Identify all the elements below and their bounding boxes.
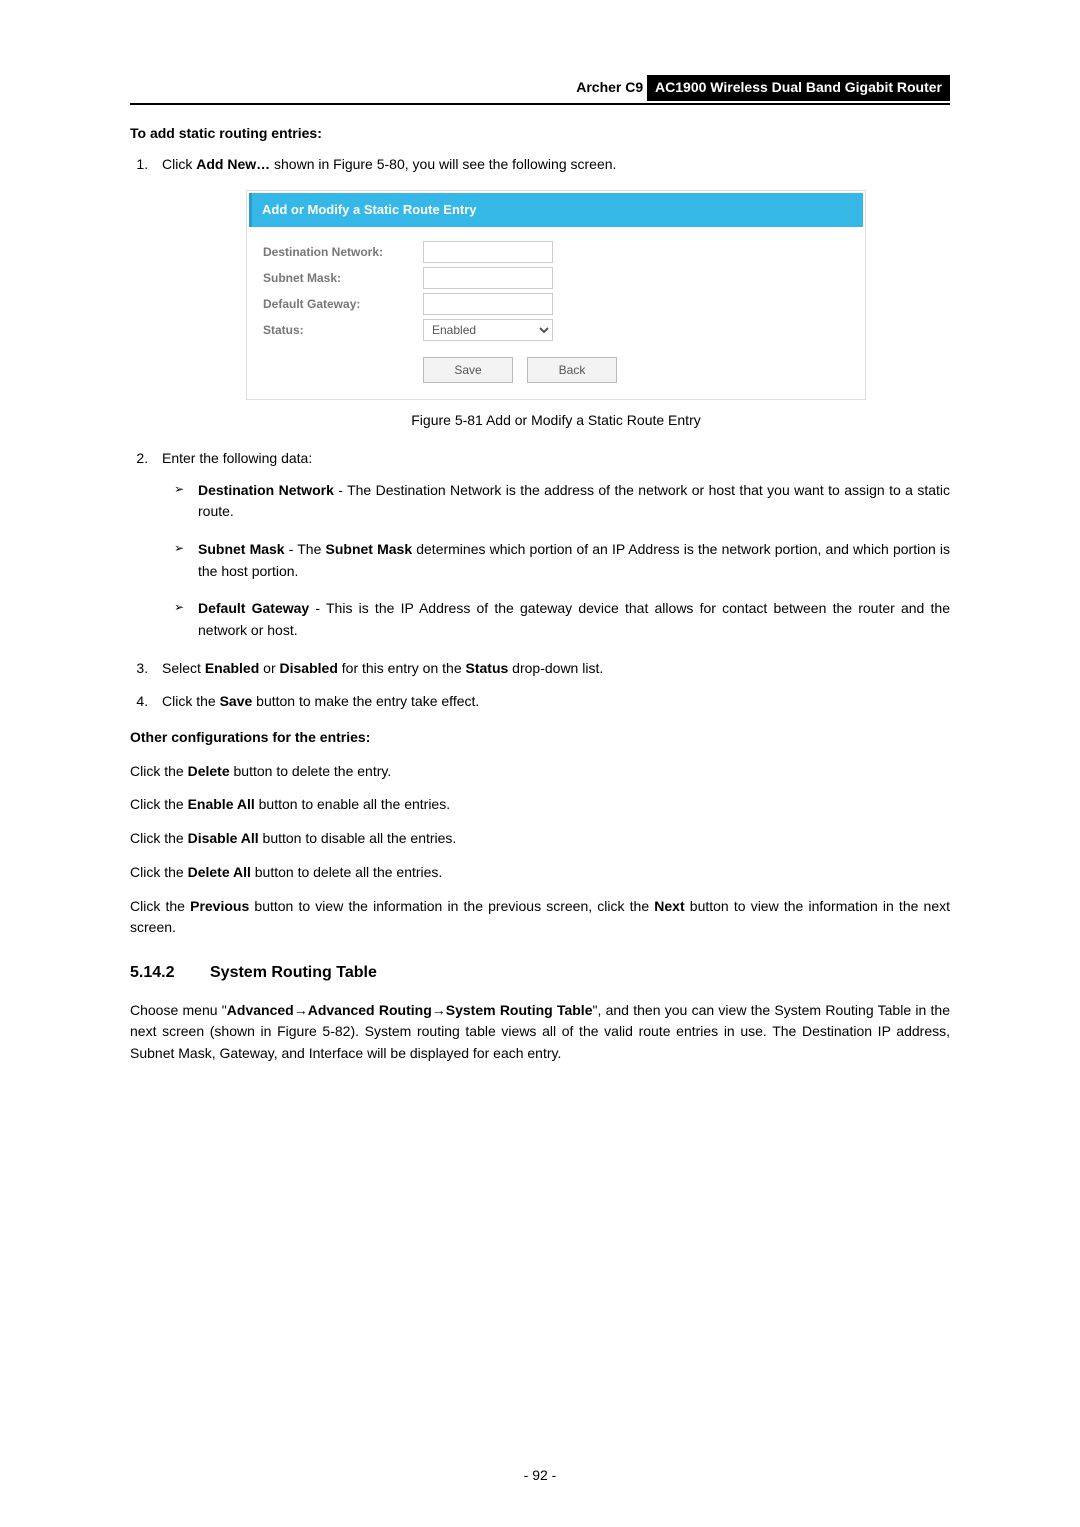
s3-b2: Disabled: [280, 660, 338, 676]
hp-b1: Advanced: [227, 1002, 294, 1018]
step2-item-default-gateway: Default Gateway - This is the IP Address…: [174, 598, 950, 641]
label-status: Status:: [263, 321, 423, 340]
default-gateway-input[interactable]: [423, 293, 553, 315]
other-para-delete-all: Click the Delete All button to delete al…: [130, 862, 950, 884]
op4-t2: button to delete all the entries.: [251, 864, 442, 880]
section-add-static-title: To add static routing entries:: [130, 123, 950, 145]
op3-t2: button to disable all the entries.: [259, 830, 457, 846]
figure-body: Destination Network: Subnet Mask: Defaul…: [249, 227, 863, 397]
step2-intro: Enter the following data:: [162, 450, 312, 466]
heading-para: Choose menu "Advanced→Advanced Routing→S…: [130, 1000, 950, 1065]
pn-b1: Previous: [190, 898, 249, 914]
step2-i3-t1: - This is the IP Address of the gateway …: [198, 600, 950, 638]
step2-i2-b2: Subnet Mask: [326, 541, 413, 557]
op1-t2: button to delete the entry.: [230, 763, 392, 779]
hp-b2: Advanced Routing: [308, 1002, 432, 1018]
step-1: Click Add New… shown in Figure 5-80, you…: [152, 154, 950, 432]
model-label: Archer C9: [576, 79, 643, 95]
save-button[interactable]: Save: [423, 357, 513, 383]
back-button[interactable]: Back: [527, 357, 617, 383]
label-destination-network: Destination Network:: [263, 243, 423, 262]
row-destination-network: Destination Network:: [263, 241, 849, 263]
destination-network-input[interactable]: [423, 241, 553, 263]
row-status: Status: Enabled: [263, 319, 849, 341]
op4-b1: Delete All: [188, 864, 251, 880]
other-para-delete: Click the Delete button to delete the en…: [130, 761, 950, 783]
hp-t1: Choose menu ": [130, 1002, 227, 1018]
step2-item-subnet-mask: Subnet Mask - The Subnet Mask determines…: [174, 539, 950, 582]
figure-box: Add or Modify a Static Route Entry Desti…: [246, 190, 866, 400]
step2-i2-t1: - The: [285, 541, 326, 557]
step1-bold: Add New…: [196, 156, 270, 172]
step2-item-destination-network: Destination Network - The Destination Ne…: [174, 480, 950, 523]
s4-t1: Click the: [162, 693, 220, 709]
op2-t2: button to enable all the entries.: [255, 796, 450, 812]
steps-list: Click Add New… shown in Figure 5-80, you…: [130, 154, 950, 713]
heading-number: 5.14.2: [130, 961, 210, 986]
op3-t1: Click the: [130, 830, 188, 846]
s3-t3: for this entry on the: [338, 660, 466, 676]
step-4: Click the Save button to make the entry …: [152, 691, 950, 713]
pn-t1: Click the: [130, 898, 190, 914]
op1-b1: Delete: [188, 763, 230, 779]
op3-b1: Disable All: [188, 830, 259, 846]
figure-buttons: Save Back: [263, 357, 849, 383]
step1-text-pre: Click: [162, 156, 196, 172]
other-para-enable-all: Click the Enable All button to enable al…: [130, 794, 950, 816]
s4-t2: button to make the entry take effect.: [252, 693, 479, 709]
s3-t4: drop-down list.: [508, 660, 603, 676]
step2-sublist: Destination Network - The Destination Ne…: [174, 480, 950, 642]
s3-b1: Enabled: [205, 660, 259, 676]
s3-t2: or: [259, 660, 279, 676]
row-default-gateway: Default Gateway:: [263, 293, 849, 315]
s3-b3: Status: [466, 660, 509, 676]
hp-a2: →: [432, 1002, 446, 1018]
hp-a1: →: [294, 1002, 308, 1018]
row-subnet-mask: Subnet Mask:: [263, 267, 849, 289]
step1-text-post: shown in Figure 5-80, you will see the f…: [270, 156, 616, 172]
figure-5-81: Add or Modify a Static Route Entry Desti…: [162, 190, 950, 400]
op4-t1: Click the: [130, 864, 188, 880]
prev-next-para: Click the Previous button to view the in…: [130, 896, 950, 939]
page-header: Archer C9 AC1900 Wireless Dual Band Giga…: [130, 75, 950, 105]
step-2: Enter the following data: Destination Ne…: [152, 448, 950, 642]
s4-b1: Save: [220, 693, 253, 709]
heading-5-14-2: 5.14.2System Routing Table: [130, 961, 950, 986]
label-subnet-mask: Subnet Mask:: [263, 269, 423, 288]
step2-i2-b1: Subnet Mask: [198, 541, 285, 557]
hp-b3: System Routing Table: [446, 1002, 593, 1018]
pn-t2: button to view the information in the pr…: [249, 898, 654, 914]
heading-title: System Routing Table: [210, 964, 377, 981]
subnet-mask-input[interactable]: [423, 267, 553, 289]
pn-b2: Next: [654, 898, 684, 914]
other-config-title: Other configurations for the entries:: [130, 727, 950, 749]
other-para-disable-all: Click the Disable All button to disable …: [130, 828, 950, 850]
op2-t1: Click the: [130, 796, 188, 812]
step2-i3-b1: Default Gateway: [198, 600, 309, 616]
label-default-gateway: Default Gateway:: [263, 295, 423, 314]
op1-t1: Click the: [130, 763, 188, 779]
step2-i1-b1: Destination Network: [198, 482, 334, 498]
page-number: - 92 -: [0, 1465, 1080, 1487]
status-select[interactable]: Enabled: [423, 319, 553, 341]
op2-b1: Enable All: [188, 796, 255, 812]
step-3: Select Enabled or Disabled for this entr…: [152, 658, 950, 680]
s3-t1: Select: [162, 660, 205, 676]
figure-caption: Figure 5-81 Add or Modify a Static Route…: [162, 410, 950, 432]
figure-titlebar: Add or Modify a Static Route Entry: [249, 193, 863, 227]
product-label: AC1900 Wireless Dual Band Gigabit Router: [647, 75, 950, 101]
